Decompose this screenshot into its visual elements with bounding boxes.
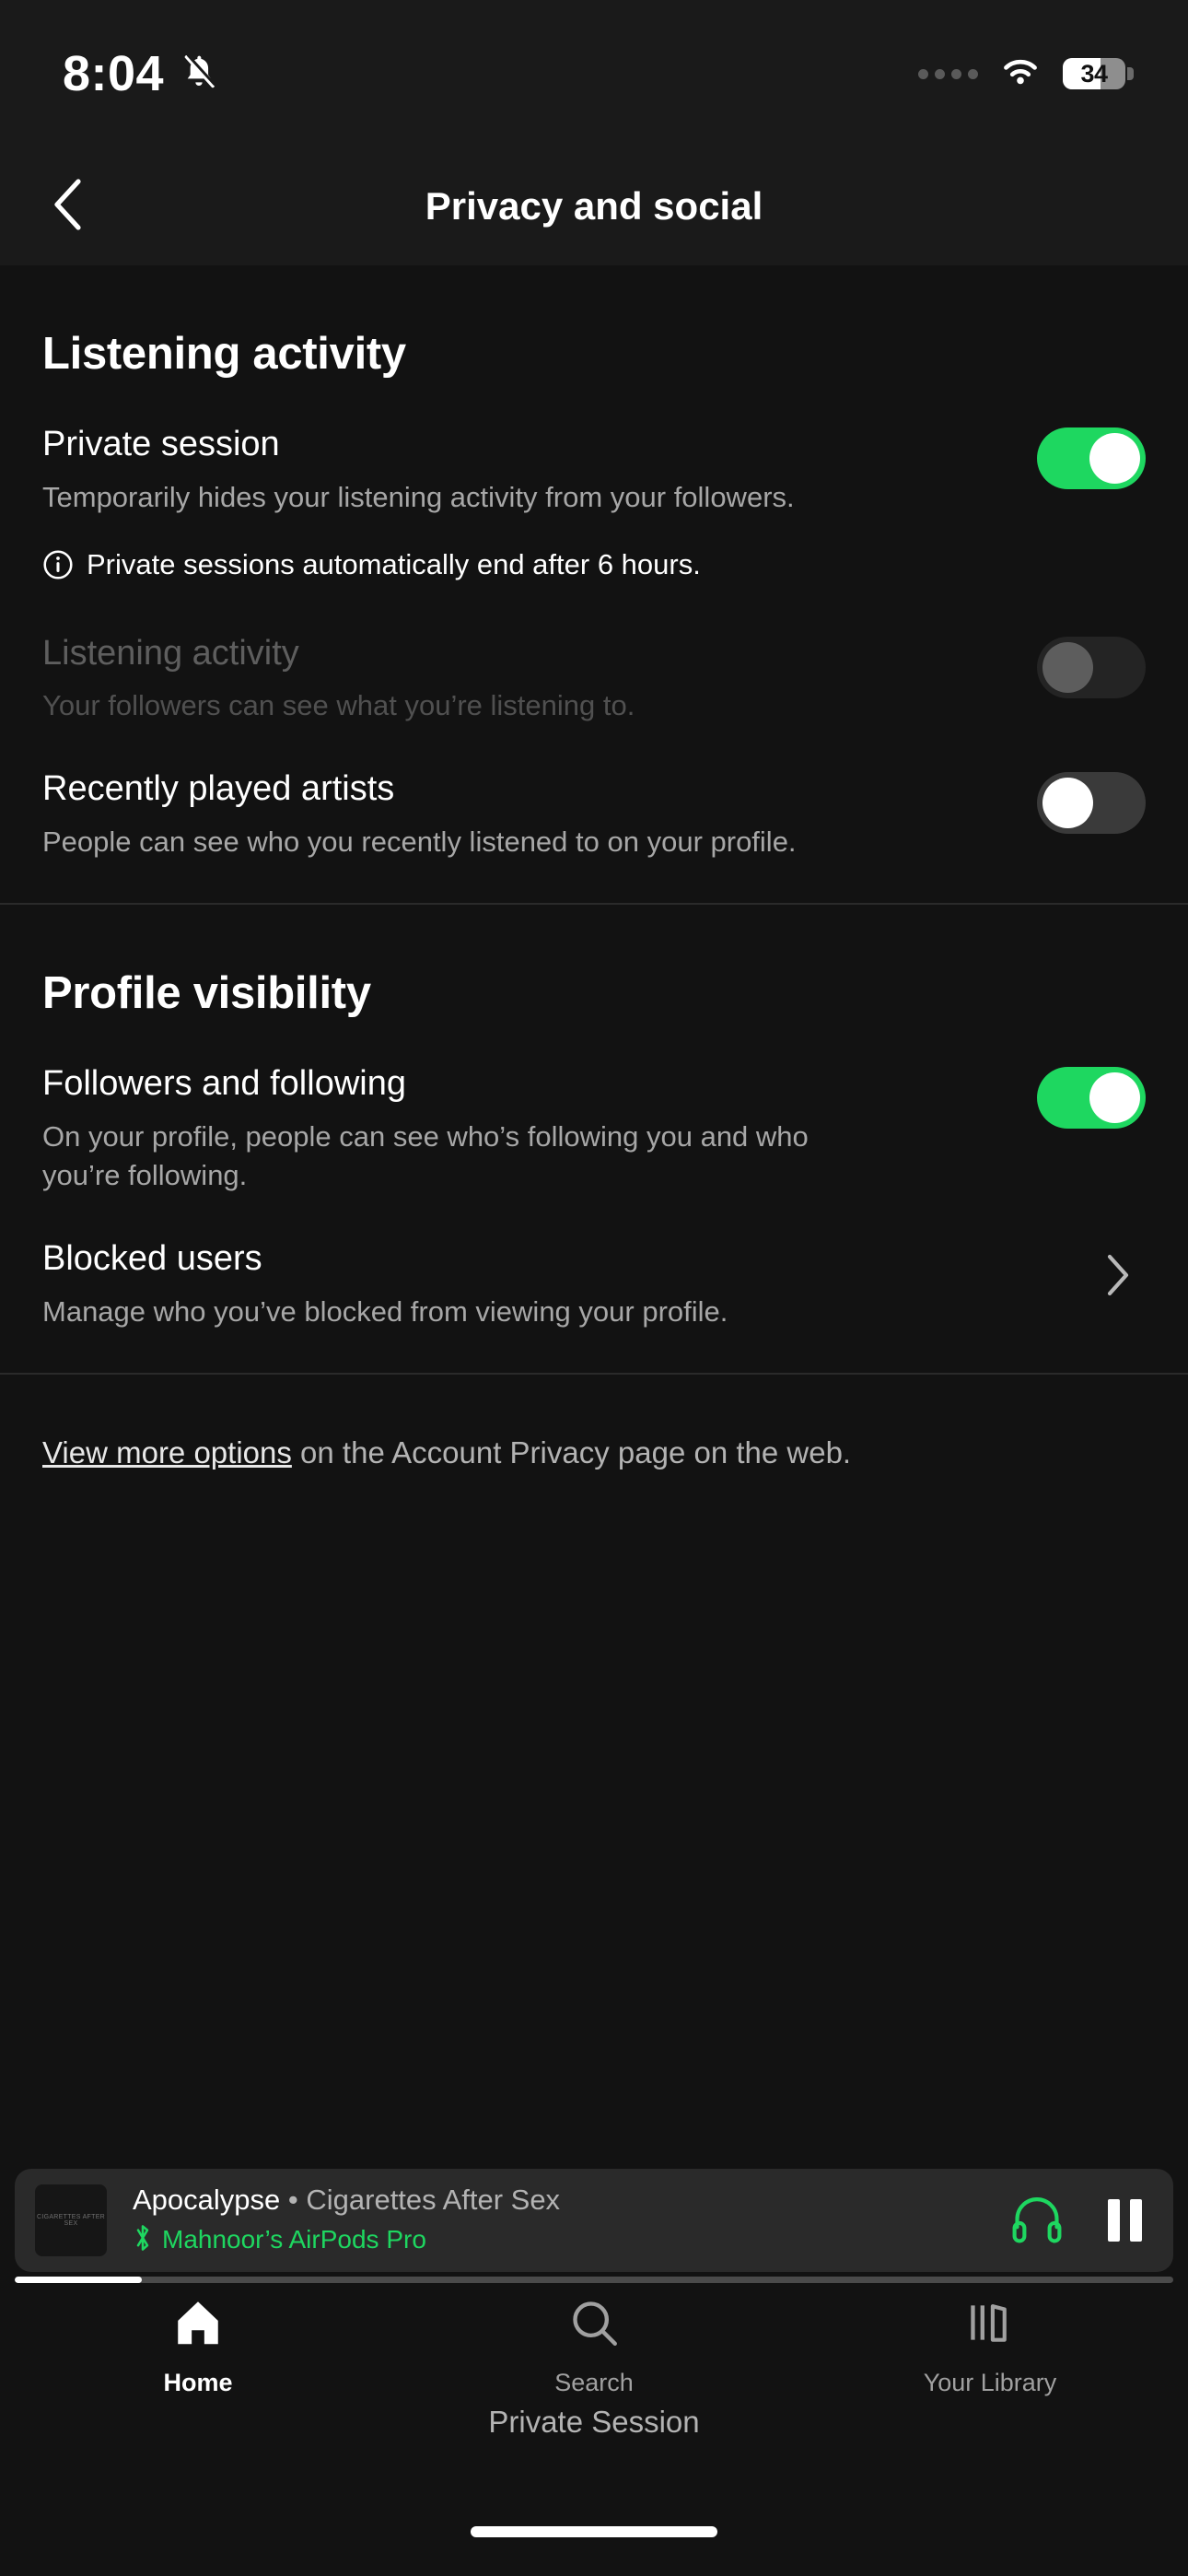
setting-title-private-session: Private session [42,425,280,463]
chevron-right-icon [1104,1253,1132,1302]
setting-row-blocked-users[interactable]: Blocked users Manage who you’ve blocked … [42,1236,1146,1373]
setting-row-followers-and-following[interactable]: Followers and following On your profile,… [42,1061,1146,1236]
setting-row-text: Blocked users Manage who you’ve blocked … [42,1236,728,1332]
private-session-note-text: Private sessions automatically end after… [87,547,701,580]
setting-row-text: Listening activity Your followers can se… [42,631,635,727]
toggle-listening-activity [1037,636,1146,698]
phone-screen: 8:04 34 Privacy and social Listening act… [0,0,1188,2576]
view-more-options-link[interactable]: View more options [42,1435,292,1469]
now-playing-track-line: Apocalypse • Cigarettes After Sex [133,2184,1008,2217]
now-playing-controls [1008,2190,1153,2252]
setting-row-private-session[interactable]: Private session Temporarily hides your l… [42,422,1146,558]
tab-home[interactable]: Home [0,2296,396,2397]
tab-label-your-library: Your Library [923,2369,1057,2396]
toggle-knob [1042,641,1093,693]
now-playing-device-line: Mahnoor’s AirPods Pro [133,2222,1008,2258]
pause-button[interactable] [1108,2199,1142,2242]
status-bar: 8:04 34 [0,0,1188,147]
search-icon [567,2296,621,2354]
headphones-icon[interactable] [1008,2190,1066,2252]
setting-row-text: Private session Temporarily hides your l… [42,422,795,518]
setting-row-text: Recently played artists People can see w… [42,767,797,862]
tab-label-home: Home [163,2369,233,2396]
footnote-rest: on the Account Privacy page on the web. [291,1434,852,1469]
setting-row-recently-played-artists[interactable]: Recently played artists People can see w… [42,767,1146,903]
now-playing-bar[interactable]: CIGARETTES AFTER SEX Apocalypse • Cigare… [15,2169,1173,2272]
back-button[interactable] [33,170,105,242]
now-playing-device: Mahnoor’s AirPods Pro [162,2225,426,2254]
private-session-banner: Private Session [488,2405,700,2439]
album-art-text: CIGARETTES AFTER SEX [36,2214,106,2227]
status-bar-left: 8:04 [63,45,219,102]
setting-subtitle-blocked-users: Manage who you’ve blocked from viewing y… [42,1294,728,1328]
setting-title-blocked-users: Blocked users [42,1239,262,1279]
setting-row-text: Followers and following On your profile,… [42,1061,844,1196]
now-playing-text: Apocalypse • Cigarettes After Sex Mahnoo… [133,2184,1008,2258]
footnote: View more options on the Account Privacy… [0,1375,1188,1474]
private-session-note: Private sessions automatically end after… [42,545,1146,631]
toggle-knob [1042,778,1093,829]
status-bar-right: 34 [918,55,1134,93]
section-title-profile-visibility: Profile visibility [42,967,371,1018]
album-art: CIGARETTES AFTER SEX [35,2184,107,2256]
section-title-listening-activity: Listening activity [42,329,406,379]
now-playing-separator: • [280,2183,307,2216]
section-profile-visibility: Profile visibility Followers and followi… [0,905,1188,1373]
battery-indicator: 34 [1063,58,1134,89]
battery-percent: 34 [1080,59,1108,88]
setting-subtitle-followers-and-following: On your profile, people can see who’s fo… [42,1119,809,1192]
page-title: Privacy and social [425,184,763,228]
now-playing-artist: Cigarettes After Sex [306,2183,561,2216]
nav-bar: Privacy and social [0,147,1188,265]
now-playing-track: Apocalypse [133,2183,281,2216]
setting-title-listening-activity: Listening activity [42,633,299,673]
tab-your-library[interactable]: Your Library [792,2296,1188,2397]
toggle-recently-played-artists[interactable] [1037,772,1146,835]
setting-title-followers-and-following: Followers and following [42,1063,406,1103]
toggle-knob [1089,433,1140,484]
wifi-icon [998,55,1042,93]
bottom-tab-bar: Home Search Your Library [0,2276,1188,2405]
section-listening-activity: Listening activity Private session Tempo… [0,265,1188,903]
setting-row-listening-activity: Listening activity Your followers can se… [42,631,1146,767]
toggle-followers-and-following[interactable] [1037,1066,1146,1129]
setting-subtitle-listening-activity: Your followers can see what you’re liste… [42,689,635,722]
tab-search[interactable]: Search [396,2296,792,2397]
bell-slash-icon [179,52,219,97]
cellular-dots-icon [918,68,978,79]
chevron-left-icon [49,178,89,236]
library-icon [963,2296,1017,2354]
home-icon [171,2296,225,2354]
toggle-private-session[interactable] [1037,427,1146,489]
setting-subtitle-recently-played-artists: People can see who you recently listened… [42,825,797,859]
toggle-knob [1089,1071,1140,1123]
setting-title-recently-played-artists: Recently played artists [42,769,395,809]
tab-label-search: Search [554,2369,634,2396]
blocked-users-disclosure[interactable] [1090,1236,1146,1302]
status-time: 8:04 [63,46,165,101]
bluetooth-icon [133,2222,153,2258]
info-circle-icon [42,545,74,585]
setting-subtitle-private-session: Temporarily hides your listening activit… [42,480,795,513]
home-indicator [471,2526,717,2537]
